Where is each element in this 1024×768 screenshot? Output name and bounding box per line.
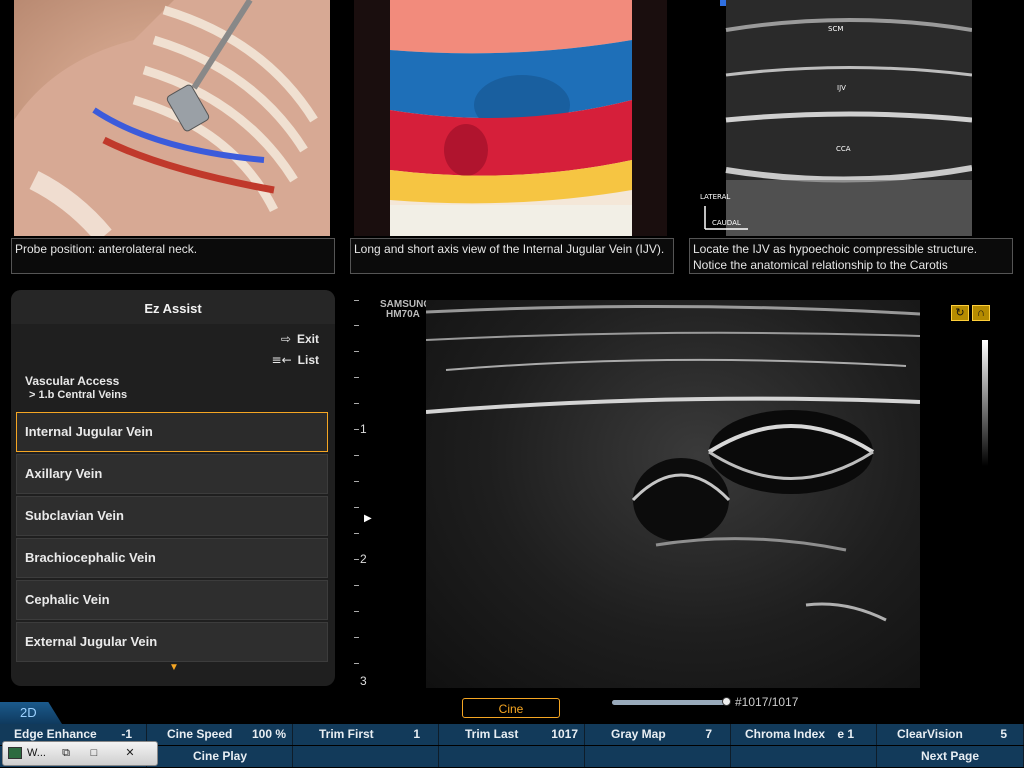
param-label: Trim Last xyxy=(465,727,519,741)
frame-slider[interactable] xyxy=(612,697,731,706)
param-label: Cine Play xyxy=(193,749,248,763)
caudal-label: CAUDAL xyxy=(712,219,741,227)
param-value: 1017 xyxy=(551,727,578,741)
param-empty[interactable] xyxy=(439,746,585,767)
param-label: Chroma Index xyxy=(745,727,826,741)
param-value: 5 xyxy=(1000,727,1007,741)
ijv-locate-caption: Locate the IJV as hypoechoic compressibl… xyxy=(689,238,1013,274)
depth-tick xyxy=(354,637,359,638)
vein-item-axillary[interactable]: Axillary Vein xyxy=(16,454,328,494)
depth-label-2: 2 xyxy=(360,552,367,566)
vein-item-cephalic[interactable]: Cephalic Vein xyxy=(16,580,328,620)
depth-label-1: 1 xyxy=(360,422,367,436)
param-empty[interactable] xyxy=(293,746,439,767)
depth-label-3: 3 xyxy=(360,674,367,688)
probe-brand-label: SAMSUNG HM70A xyxy=(380,300,431,320)
chevron-down-icon[interactable]: ▼ xyxy=(169,662,179,673)
subcategory-title: > 1.b Central Veins xyxy=(29,389,128,401)
frame-slider-fill xyxy=(612,700,726,705)
depth-tick xyxy=(354,611,359,612)
next-page-button[interactable]: Next Page xyxy=(877,746,1024,767)
lateral-label: LATERAL xyxy=(700,193,731,201)
param-clearvision[interactable]: ClearVision 5 xyxy=(877,724,1024,745)
param-label: Next Page xyxy=(921,749,980,763)
param-cine-speed[interactable]: Cine Speed 100 % xyxy=(147,724,293,745)
depth-tick xyxy=(354,455,359,456)
depth-tick xyxy=(354,325,359,326)
param-label: Trim First xyxy=(319,727,374,741)
param-empty[interactable] xyxy=(731,746,877,767)
param-label: ClearVision xyxy=(897,727,963,741)
param-value: 1 xyxy=(413,727,420,741)
vein-axis-illustration xyxy=(354,0,667,236)
list-icon: ≡← xyxy=(271,353,292,367)
gray-scale-bar xyxy=(982,340,988,466)
category-title: Vascular Access xyxy=(25,374,120,388)
param-empty[interactable] xyxy=(585,746,731,767)
vein-item-subclavian[interactable]: Subclavian Vein xyxy=(16,496,328,536)
param-label: Cine Speed xyxy=(167,727,233,741)
depth-tick xyxy=(354,559,359,560)
live-ultrasound-image[interactable] xyxy=(426,300,920,688)
probe-model-text: HM70A xyxy=(386,309,420,320)
param-value: e 1 xyxy=(837,727,854,741)
vein-item-external-jugular[interactable]: External Jugular Vein xyxy=(16,622,328,662)
taskbar-window-title: W... xyxy=(27,747,46,759)
ez-assist-panel: Ez Assist ⇨ Exit ≡← List Vascular Access >… xyxy=(11,290,335,686)
scm-label: SCM xyxy=(828,25,844,33)
cca-label: CCA xyxy=(836,145,851,153)
param-gray-map[interactable]: Gray Map 7 xyxy=(585,724,731,745)
exit-icon: ⇨ xyxy=(280,332,291,346)
exit-label: Exit xyxy=(296,332,319,346)
ez-assist-title: Ez Assist xyxy=(11,290,335,324)
exit-button[interactable]: ⇨ Exit xyxy=(281,332,319,346)
vein-item-internal-jugular[interactable]: Internal Jugular Vein xyxy=(16,412,328,452)
vein-item-brachiocephalic[interactable]: Brachiocephalic Vein xyxy=(16,538,328,578)
param-chroma-index[interactable]: Chroma Index e 1 xyxy=(731,724,877,745)
orientation-icon[interactable]: ↻ xyxy=(951,305,969,321)
probe-marker-icon[interactable]: ∩ xyxy=(972,305,990,321)
depth-tick xyxy=(354,663,359,664)
param-trim-first[interactable]: Trim First 1 xyxy=(293,724,439,745)
param-value: 7 xyxy=(705,727,712,741)
depth-tick xyxy=(354,429,359,430)
restore-icon[interactable]: ⧉ xyxy=(57,745,75,761)
cine-play-button[interactable]: Cine Play xyxy=(147,746,293,767)
taskbar-window[interactable]: W... ⧉ □ ✕ xyxy=(2,741,158,766)
frame-slider-knob[interactable] xyxy=(722,697,731,706)
depth-tick xyxy=(354,377,359,378)
frame-counter: #1017/1017 xyxy=(735,695,799,709)
param-value: 100 % xyxy=(251,727,286,741)
maximize-icon[interactable]: □ xyxy=(85,745,103,761)
param-trim-last[interactable]: Trim Last 1017 xyxy=(439,724,585,745)
reference-ultrasound-image: SCM IJV CCA LATERAL CAUDAL xyxy=(690,0,972,236)
focus-marker-icon[interactable]: ▶ xyxy=(364,513,372,524)
ijv-label: IJV xyxy=(837,84,846,92)
depth-tick xyxy=(354,533,359,534)
depth-tick xyxy=(354,300,359,301)
vein-axis-caption: Long and short axis view of the Internal… xyxy=(350,238,674,274)
param-label: Gray Map xyxy=(611,727,666,741)
depth-tick xyxy=(354,507,359,508)
depth-tick xyxy=(354,585,359,586)
list-label: List xyxy=(297,353,319,367)
depth-tick xyxy=(354,481,359,482)
depth-tick xyxy=(354,351,359,352)
list-button[interactable]: ≡← List xyxy=(272,353,319,367)
app-icon xyxy=(8,747,22,759)
tab-2d[interactable]: 2D xyxy=(0,702,62,724)
cine-button[interactable]: Cine xyxy=(462,698,560,718)
probe-position-illustration xyxy=(14,0,330,236)
close-icon[interactable]: ✕ xyxy=(121,745,139,761)
probe-position-caption: Probe position: anterolateral neck. xyxy=(11,238,335,274)
depth-tick xyxy=(354,403,359,404)
